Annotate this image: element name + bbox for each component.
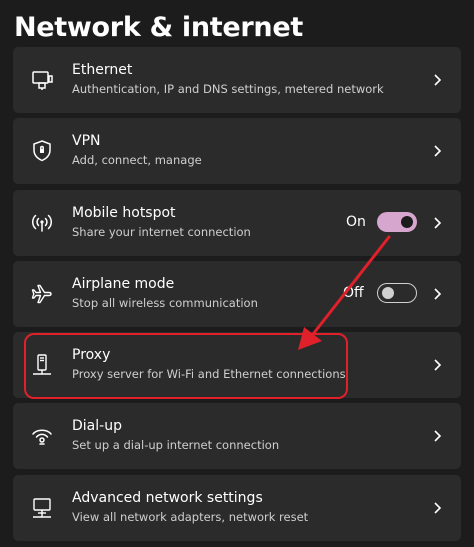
toggle-knob bbox=[401, 216, 413, 228]
chevron-right-icon bbox=[431, 72, 443, 88]
proxy-setting[interactable]: Proxy Proxy server for Wi-Fi and Etherne… bbox=[13, 332, 461, 398]
hotspot-toggle[interactable] bbox=[377, 212, 417, 232]
setting-subtitle: Add, connect, manage bbox=[72, 153, 202, 167]
chevron-right-icon bbox=[431, 143, 443, 159]
ethernet-setting[interactable]: Ethernet Authentication, IP and DNS sett… bbox=[13, 47, 461, 113]
dialup-setting[interactable]: Dial-up Set up a dial-up internet connec… bbox=[13, 403, 461, 469]
chevron-right-icon bbox=[431, 500, 443, 516]
setting-subtitle: View all network adapters, network reset bbox=[72, 510, 309, 524]
setting-title: Airplane mode bbox=[72, 276, 175, 292]
setting-title: Advanced network settings bbox=[72, 490, 263, 506]
setting-title: Ethernet bbox=[72, 62, 133, 78]
setting-subtitle: Stop all wireless communication bbox=[72, 296, 258, 310]
chevron-right-icon bbox=[431, 428, 443, 444]
chevron-right-icon bbox=[431, 286, 443, 302]
advanced-network-settings[interactable]: Advanced network settings View all netwo… bbox=[13, 475, 461, 541]
setting-subtitle: Set up a dial-up internet connection bbox=[72, 438, 280, 452]
ethernet-icon bbox=[30, 68, 54, 92]
hotspot-toggle-label: On bbox=[346, 214, 366, 230]
airplane-mode-setting[interactable]: Airplane mode Stop all wireless communic… bbox=[13, 261, 461, 327]
setting-subtitle: Authentication, IP and DNS settings, met… bbox=[72, 82, 384, 96]
setting-title: Proxy bbox=[72, 347, 111, 363]
hotspot-icon bbox=[30, 211, 54, 235]
setting-title: Mobile hotspot bbox=[72, 205, 176, 221]
toggle-knob bbox=[382, 286, 394, 299]
airplane-icon bbox=[30, 282, 54, 306]
airplane-toggle[interactable] bbox=[377, 283, 417, 303]
shield-icon bbox=[30, 139, 54, 163]
chevron-right-icon bbox=[431, 215, 443, 231]
setting-title: VPN bbox=[72, 133, 101, 149]
setting-subtitle: Share your internet connection bbox=[72, 225, 251, 239]
airplane-toggle-label: Off bbox=[343, 285, 364, 301]
page-title: Network & internet bbox=[14, 12, 303, 43]
chevron-right-icon bbox=[431, 357, 443, 373]
proxy-icon bbox=[30, 353, 54, 377]
monitor-network-icon bbox=[30, 496, 54, 520]
setting-subtitle: Proxy server for Wi-Fi and Ethernet conn… bbox=[72, 367, 346, 381]
dialup-icon bbox=[30, 424, 54, 448]
mobile-hotspot-setting[interactable]: Mobile hotspot Share your internet conne… bbox=[13, 190, 461, 256]
vpn-setting[interactable]: VPN Add, connect, manage bbox=[13, 118, 461, 184]
setting-title: Dial-up bbox=[72, 418, 122, 434]
